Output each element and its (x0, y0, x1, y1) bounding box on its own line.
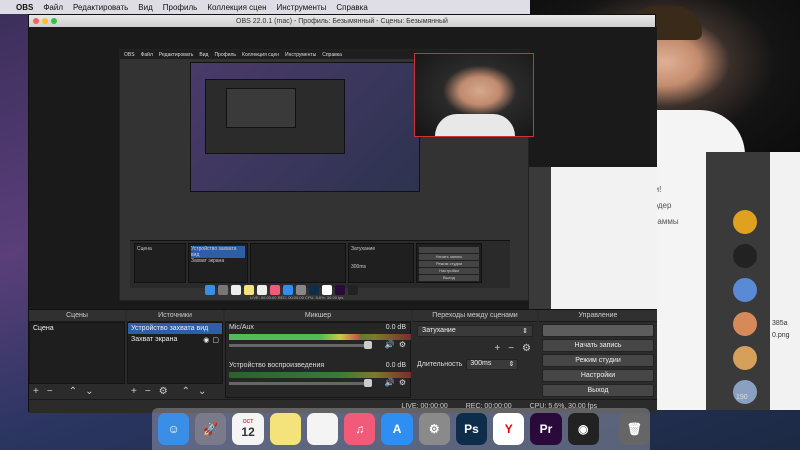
preferences-icon[interactable]: ⚙ (418, 413, 450, 445)
close-icon[interactable] (33, 18, 39, 24)
preview-browser-strip (529, 167, 657, 309)
volume-meter (229, 334, 411, 340)
source-item-video-capture[interactable]: Устройство захвата вид (128, 323, 222, 334)
down-icon[interactable]: ⌄ (85, 386, 93, 397)
scenes-header: Сцены (29, 310, 125, 322)
mixer-settings-icon[interactable]: ⚙ (399, 378, 406, 387)
window-titlebar: OBS 22.0.1 (mac) - Профиль: Безымянный -… (29, 15, 655, 27)
source-up-icon[interactable]: ⌃ (182, 386, 190, 397)
zoom-icon[interactable] (51, 18, 57, 24)
music-icon[interactable]: ♫ (344, 413, 376, 445)
settings-button[interactable]: Настройки (542, 369, 654, 382)
obs-window: OBS 22.0.1 (mac) - Профиль: Безымянный -… (28, 14, 657, 413)
transition-settings-icon[interactable]: ⚙ (522, 343, 531, 354)
webcam-preview-small (414, 53, 534, 137)
studio-mode-button[interactable]: Режим студии (542, 354, 654, 367)
controls-header: Управление (539, 310, 657, 322)
mixer-track: Устройство воспроизведения 0.0 dB 🔊 ⚙ (226, 361, 411, 393)
duration-input[interactable]: 300ms ⇕ (466, 359, 519, 370)
trash-icon[interactable]: 🗑 (618, 413, 651, 445)
transition-select[interactable]: Затухание ⇕ (417, 325, 533, 337)
menu-help[interactable]: Справка (336, 3, 367, 12)
yandex-icon[interactable]: Y (493, 413, 525, 445)
volume-meter (229, 372, 411, 378)
menu-view[interactable]: Вид (138, 3, 152, 12)
eye-icon[interactable]: ◉ (203, 336, 209, 344)
appstore-icon[interactable]: A (381, 413, 413, 445)
window-title: OBS 22.0.1 (mac) - Профиль: Безымянный -… (236, 17, 448, 25)
remove-source-icon[interactable]: − (145, 386, 151, 397)
transitions-header: Переходы между сценами (413, 310, 537, 322)
nested-preview-2 (190, 62, 420, 192)
add-source-icon[interactable]: + (131, 386, 137, 397)
menu-scene-collection[interactable]: Коллекция сцен (207, 3, 266, 12)
sources-dock: Источники Устройство захвата вид Захват … (127, 310, 223, 400)
browser-count: 190 (736, 394, 748, 401)
menu-obs[interactable]: OBS (16, 3, 33, 12)
chevron-updown-icon: ⇕ (522, 328, 528, 335)
game-icon[interactable] (733, 312, 757, 336)
mixer-dock: Микшер Mic/Aux 0.0 dB 🔊 ⚙ Устройство вос… (225, 310, 411, 400)
scenes-list[interactable]: Сцена (29, 322, 125, 384)
source-settings-icon[interactable]: ⚙ (159, 386, 168, 397)
filename-ext: 0.png (772, 332, 790, 339)
scenes-dock: Сцены Сцена + − ⌃ ⌄ (29, 310, 125, 400)
notes-icon[interactable] (269, 413, 301, 445)
scene-item[interactable]: Сцена (30, 323, 124, 334)
sources-list[interactable]: Устройство захвата вид Захват экрана ◉ ▢ (127, 322, 223, 384)
menu-tools[interactable]: Инструменты (277, 3, 327, 12)
photoshop-icon[interactable]: Ps (455, 413, 488, 445)
menu-profile[interactable]: Профиль (163, 3, 198, 12)
sources-header: Источники (127, 310, 223, 322)
macos-dock: ☺ 🚀 OCT 12 ♫ A ⚙ Ps Y Pr ◉ 🗑 (152, 408, 651, 450)
wow-icon[interactable] (733, 210, 757, 234)
duration-label: Длительность (417, 361, 463, 368)
source-item-screen-capture[interactable]: Захват экрана ◉ ▢ (128, 334, 222, 346)
sonic-icon[interactable] (733, 278, 757, 302)
exit-button[interactable]: Выход (542, 384, 654, 397)
add-transition-icon[interactable]: + (494, 343, 500, 354)
mixer-header: Микшер (225, 310, 411, 322)
speaker-icon[interactable]: 🔊 (385, 378, 395, 387)
up-icon[interactable]: ⌃ (69, 386, 77, 397)
finder-icon[interactable]: ☺ (158, 413, 190, 445)
minimize-icon[interactable] (42, 18, 48, 24)
filename-text: 385a (772, 320, 788, 327)
nested-docks: Сцена Устройство захвата вид Захват экра… (130, 240, 510, 288)
volume-slider[interactable] (229, 341, 372, 349)
obs-docks: Сцены Сцена + − ⌃ ⌄ Источники Устройство… (29, 309, 657, 399)
mixer-track: Mic/Aux 0.0 dB 🔊 ⚙ (226, 323, 411, 355)
launchpad-icon[interactable]: 🚀 (195, 413, 227, 445)
mixer-tracks: Mic/Aux 0.0 dB 🔊 ⚙ Устройство воспроизве… (225, 322, 411, 398)
start-streaming-button[interactable] (542, 324, 654, 337)
add-icon[interactable]: + (33, 386, 39, 397)
character-icon[interactable] (733, 346, 757, 370)
browser-right-panel: 385a 0.png (770, 152, 800, 410)
nested-dock (205, 283, 435, 297)
browser-app-icons (733, 210, 757, 404)
menu-file[interactable]: Файл (43, 3, 63, 12)
controls-dock: Управление Начать запись Режим студии На… (539, 310, 657, 400)
rehack-icon[interactable] (733, 244, 757, 268)
source-down-icon[interactable]: ⌄ (198, 386, 206, 397)
obs-icon[interactable]: ◉ (567, 413, 599, 445)
preview-canvas[interactable]: OBS Файл Редактировать Вид Профиль Колле… (29, 27, 657, 309)
mixer-settings-icon[interactable]: ⚙ (399, 340, 406, 349)
premiere-icon[interactable]: Pr (530, 413, 562, 445)
reminders-icon[interactable] (306, 413, 339, 445)
speaker-icon[interactable]: 🔊 (385, 340, 395, 349)
menu-edit[interactable]: Редактировать (73, 3, 128, 12)
start-recording-button[interactable]: Начать запись (542, 339, 654, 352)
calendar-icon[interactable]: OCT 12 (232, 413, 264, 445)
transitions-dock: Переходы между сценами Затухание ⇕ + − ⚙… (413, 310, 537, 400)
remove-icon[interactable]: − (47, 386, 53, 397)
remove-transition-icon[interactable]: − (508, 343, 514, 354)
lock-icon[interactable]: ▢ (212, 336, 219, 344)
volume-slider[interactable] (229, 379, 372, 387)
